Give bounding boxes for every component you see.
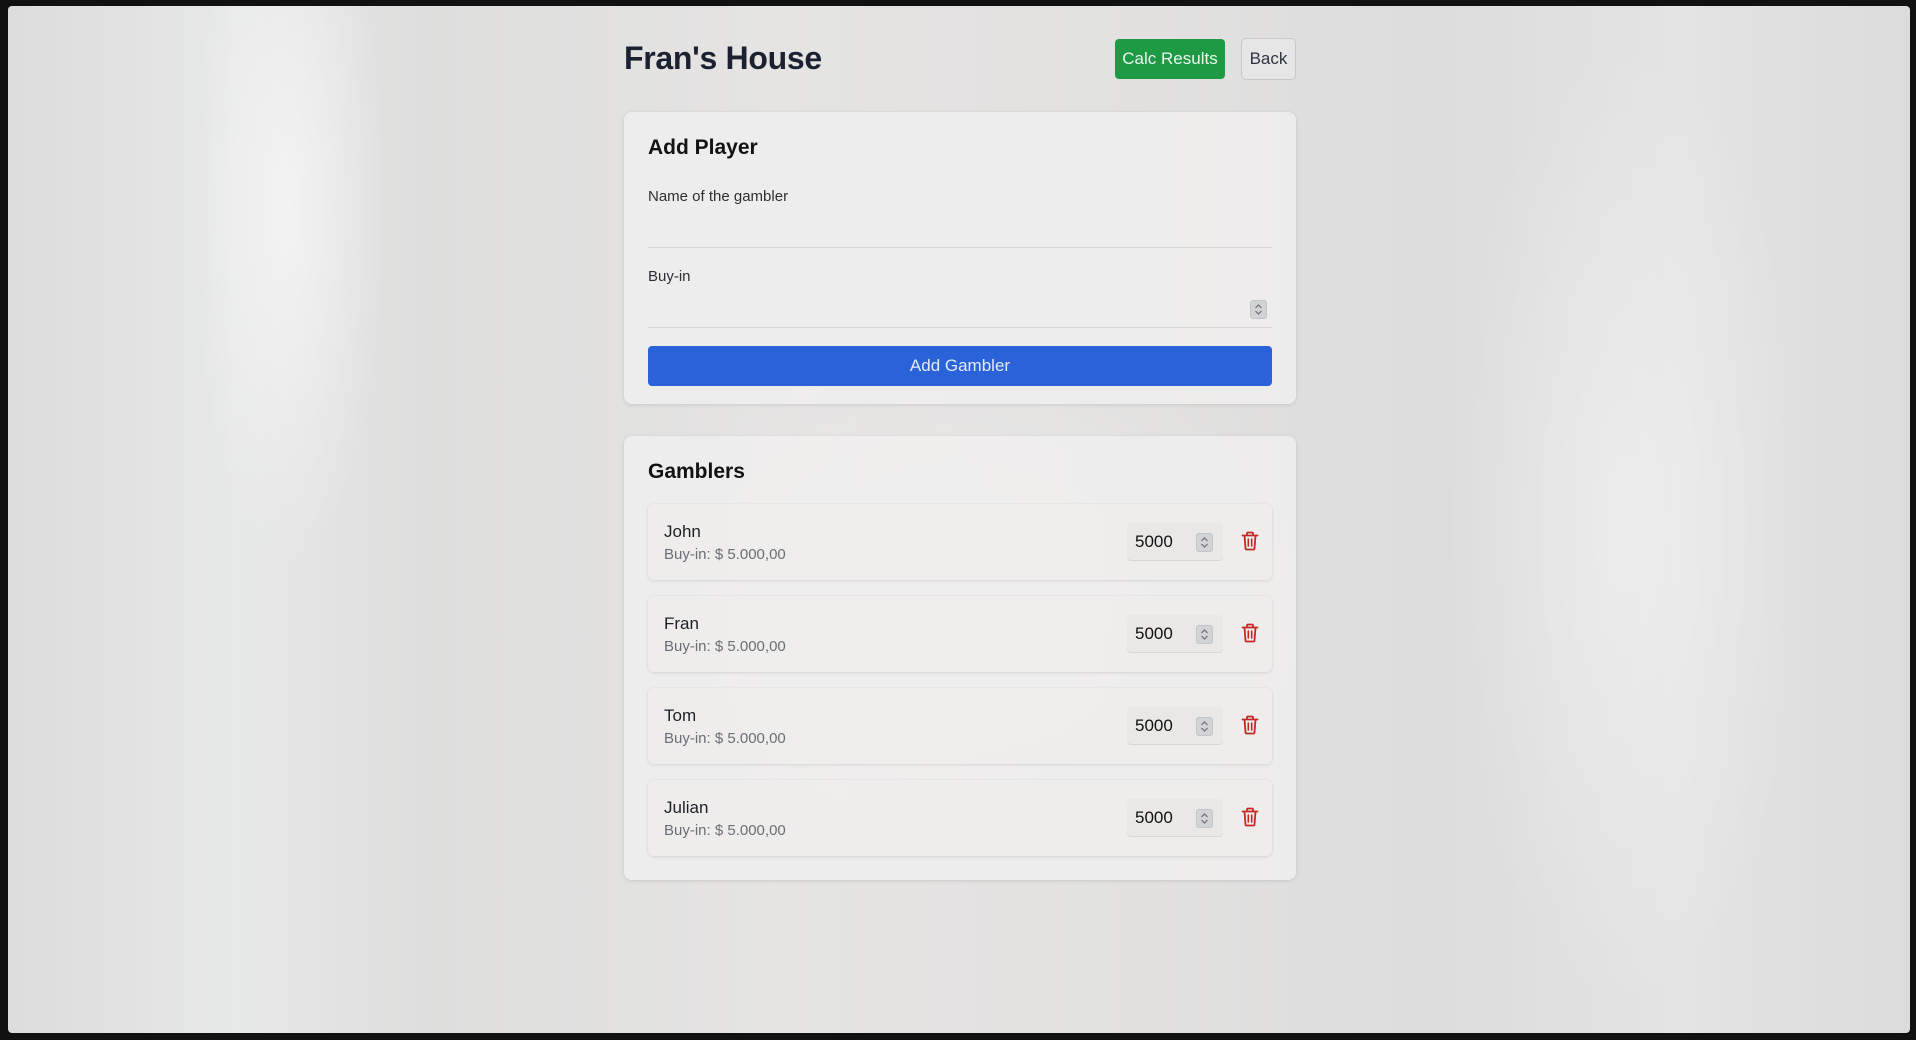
gambler-amount-input[interactable]: 5000 [1127, 707, 1223, 745]
gambler-name-input[interactable] [648, 213, 1272, 247]
add-player-card: Add Player Name of the gambler Buy-in Ad… [624, 112, 1296, 404]
up-down-chevron-icon [1201, 813, 1208, 824]
gambler-row: John Buy-in: $ 5.000,00 5000 [648, 504, 1272, 580]
amount-stepper[interactable] [1196, 625, 1213, 644]
gambler-name: John [664, 522, 701, 541]
gambler-amount-input[interactable]: 5000 [1127, 615, 1223, 653]
buyin-field[interactable] [648, 293, 1272, 328]
gambler-name-field[interactable] [648, 213, 1272, 248]
gambler-name: Fran [664, 614, 699, 633]
gambler-amount-value: 5000 [1135, 716, 1173, 735]
gambler-amount-value: 5000 [1135, 808, 1173, 827]
gambler-buyin: Buy-in: $ 5.000,00 [664, 730, 786, 747]
main-content: Fran's House Calc Results Back Add Playe… [624, 6, 1296, 880]
up-down-chevron-icon [1255, 304, 1262, 315]
trash-icon[interactable] [1241, 623, 1259, 643]
amount-stepper[interactable] [1196, 809, 1213, 828]
gamblers-title: Gamblers [648, 460, 745, 483]
gambler-amount-input[interactable]: 5000 [1127, 799, 1223, 837]
gambler-name: Tom [664, 706, 697, 725]
buyin-stepper[interactable] [1250, 300, 1267, 319]
up-down-chevron-icon [1201, 721, 1208, 732]
gambler-buyin: Buy-in: $ 5.000,00 [664, 546, 786, 563]
page-title: Fran's House [624, 40, 822, 76]
calc-results-button[interactable]: Calc Results [1115, 39, 1225, 79]
gambler-buyin: Buy-in: $ 5.000,00 [664, 638, 786, 655]
back-button[interactable]: Back [1241, 38, 1296, 80]
gambler-name: Julian [664, 798, 709, 817]
trash-icon[interactable] [1241, 531, 1259, 551]
buyin-label: Buy-in [648, 268, 691, 285]
add-gambler-button[interactable]: Add Gambler [648, 346, 1272, 386]
amount-stepper[interactable] [1196, 533, 1213, 552]
gambler-row: Julian Buy-in: $ 5.000,00 5000 [648, 780, 1272, 856]
buyin-input[interactable] [648, 293, 1272, 327]
gambler-row: Tom Buy-in: $ 5.000,00 5000 [648, 688, 1272, 764]
up-down-chevron-icon [1201, 629, 1208, 640]
gambler-buyin: Buy-in: $ 5.000,00 [664, 822, 786, 839]
add-player-title: Add Player [648, 136, 758, 159]
trash-icon[interactable] [1241, 715, 1259, 735]
app-window: Fran's House Calc Results Back Add Playe… [8, 6, 1910, 1033]
amount-stepper[interactable] [1196, 717, 1213, 736]
page-header: Fran's House Calc Results Back [624, 6, 1296, 106]
trash-icon[interactable] [1241, 807, 1259, 827]
gambler-amount-input[interactable]: 5000 [1127, 523, 1223, 561]
up-down-chevron-icon [1201, 537, 1208, 548]
gambler-name-label: Name of the gambler [648, 188, 789, 205]
gambler-amount-value: 5000 [1135, 624, 1173, 643]
gamblers-card: Gamblers John Buy-in: $ 5.000,00 5000 Fr… [624, 436, 1296, 880]
gambler-amount-value: 5000 [1135, 532, 1173, 551]
gambler-row: Fran Buy-in: $ 5.000,00 5000 [648, 596, 1272, 672]
